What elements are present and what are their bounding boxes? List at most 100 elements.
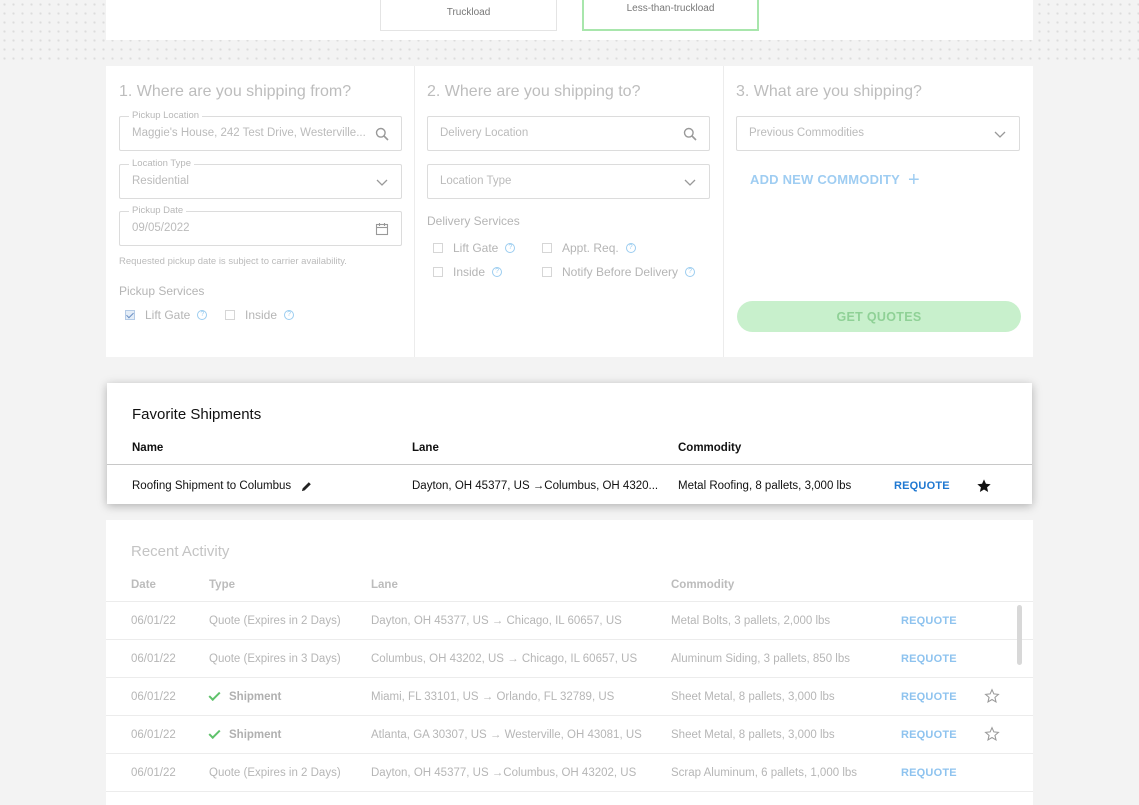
- favorites-header-commodity: Commodity: [678, 442, 742, 454]
- ltl-label: Less-than-truckload: [626, 3, 715, 14]
- recent-activity-card: Recent Activity Date Type Lane Commodity…: [106, 520, 1033, 805]
- help-icon[interactable]: ?: [505, 243, 516, 253]
- recent-header-commodity: Commodity: [671, 579, 735, 591]
- checkbox-label: Appt. Req.: [562, 241, 619, 255]
- row-lane: Columbus, OH 43202, US → Chicago, IL 606…: [371, 653, 638, 665]
- row-date: 06/01/22: [131, 691, 176, 703]
- requote-button[interactable]: REQUOTE: [894, 480, 950, 492]
- row-commodity: Sheet Metal, 8 pallets, 3,000 lbs: [671, 729, 835, 741]
- checkmark-icon: [208, 726, 221, 740]
- from-heading: 1. Where are you shipping from?: [119, 83, 352, 100]
- requote-button[interactable]: REQUOTE: [901, 767, 957, 779]
- row-type-label: Shipment: [229, 691, 282, 703]
- help-icon[interactable]: ?: [625, 243, 636, 253]
- add-commodity-button[interactable]: ADD NEW COMMODITY +: [750, 170, 920, 190]
- row-commodity: Sheet Metal, 8 pallets, 3,000 lbs: [671, 691, 835, 703]
- table-row[interactable]: 06/01/22 Quote (Expires in 2 Days) Dayto…: [106, 601, 1033, 639]
- truckload-option[interactable]: Truckload: [380, 0, 557, 31]
- checkbox-unchecked[interactable]: [542, 267, 552, 277]
- pickup-lift-gate-checkbox[interactable]: Lift Gate ?: [125, 308, 208, 322]
- checkbox-label: Lift Gate: [453, 241, 499, 255]
- pickup-date-value: 09/05/2022: [132, 222, 190, 234]
- commodities-placeholder: Previous Commodities: [749, 127, 865, 139]
- favorites-header-lane: Lane: [412, 442, 439, 454]
- checkbox-unchecked[interactable]: [542, 243, 552, 253]
- row-lane: Dayton, OH 45377, US →Columbus, OH 43202…: [371, 767, 637, 779]
- scrollbar[interactable]: [1017, 605, 1022, 665]
- row-commodity: Aluminum Siding, 3 pallets, 850 lbs: [671, 653, 850, 665]
- pickup-location-label: Pickup Location: [129, 110, 203, 121]
- get-quotes-button[interactable]: GET QUOTES: [737, 301, 1021, 332]
- row-type: Quote (Expires in 2 Days): [209, 767, 341, 779]
- row-date: 06/01/22: [131, 767, 176, 779]
- previous-commodities-select[interactable]: Previous Commodities: [736, 116, 1020, 151]
- location-type-select[interactable]: Location Type Residential: [119, 158, 402, 199]
- help-icon[interactable]: ?: [284, 310, 295, 320]
- row-commodity: Metal Bolts, 3 pallets, 2,000 lbs: [671, 615, 831, 627]
- recent-header-type: Type: [209, 579, 235, 591]
- row-lane: Dayton, OH 45377, US → Chicago, IL 60657…: [371, 615, 622, 627]
- ltl-option[interactable]: Less-than-truckload: [582, 0, 759, 31]
- star-filled-icon[interactable]: [976, 478, 992, 494]
- delivery-location-field[interactable]: Delivery Location: [427, 116, 710, 151]
- checkbox-unchecked[interactable]: [433, 243, 443, 253]
- pickup-services-title: Pickup Services: [119, 284, 205, 298]
- checkmark-icon: [208, 688, 221, 702]
- row-lane: Atlanta, GA 30307, US → Westerville, OH …: [371, 729, 642, 741]
- recent-header-date: Date: [131, 579, 156, 591]
- chevron-down-icon: [376, 179, 388, 186]
- column-divider: [723, 66, 724, 357]
- search-icon[interactable]: [683, 127, 697, 141]
- row-type-label: Shipment: [229, 729, 282, 741]
- pickup-location-field[interactable]: Pickup Location Maggie's House, 242 Test…: [119, 110, 402, 151]
- delivery-location-type-select[interactable]: Location Type: [427, 164, 710, 199]
- to-heading: 2. Where are you shipping to?: [427, 83, 641, 100]
- table-row[interactable]: 06/01/22 Shipment Miami, FL 33101, US → …: [106, 677, 1033, 715]
- checkbox-unchecked[interactable]: [433, 267, 443, 277]
- location-type-label: Location Type: [129, 158, 194, 169]
- requote-button[interactable]: REQUOTE: [901, 691, 957, 703]
- search-icon[interactable]: [375, 127, 389, 141]
- table-row[interactable]: 06/01/22 Quote (Expires in 3 Days) Colum…: [106, 639, 1033, 677]
- table-row-divider: [106, 791, 1033, 805]
- table-row[interactable]: 06/01/22 Shipment Atlanta, GA 30307, US …: [106, 715, 1033, 753]
- table-row[interactable]: 06/01/22 Quote (Expires in 2 Days) Dayto…: [106, 753, 1033, 791]
- row-date: 06/01/22: [131, 729, 176, 741]
- chevron-down-icon: [684, 179, 696, 186]
- location-type-value: Residential: [132, 175, 189, 187]
- row-lane: Miami, FL 33101, US → Orlando, FL 32789,…: [371, 691, 615, 703]
- delivery-lift-gate-checkbox[interactable]: Lift Gate ?: [433, 241, 516, 255]
- star-outline-icon[interactable]: [984, 688, 1000, 704]
- row-commodity: Scrap Aluminum, 6 pallets, 1,000 lbs: [671, 767, 858, 779]
- favorites-title: Favorite Shipments: [132, 406, 262, 423]
- checkbox-unchecked[interactable]: [225, 310, 235, 320]
- column-divider: [414, 66, 415, 357]
- checkbox-checked[interactable]: [125, 310, 135, 320]
- help-icon[interactable]: ?: [492, 267, 503, 277]
- delivery-inside-checkbox[interactable]: Inside ?: [433, 265, 503, 279]
- pickup-inside-checkbox[interactable]: Inside ?: [225, 308, 295, 322]
- row-type: Quote (Expires in 2 Days): [209, 615, 341, 627]
- delivery-location-placeholder: Delivery Location: [440, 127, 529, 139]
- favorite-commodity: Metal Roofing, 8 pallets, 3,000 lbs: [678, 480, 852, 492]
- favorite-shipments-card: Favorite Shipments Name Lane Commodity R…: [107, 383, 1032, 504]
- help-icon[interactable]: ?: [197, 310, 208, 320]
- pickup-date-field[interactable]: Pickup Date 09/05/2022: [119, 205, 402, 246]
- calendar-icon[interactable]: [375, 222, 389, 236]
- delivery-notify-checkbox[interactable]: Notify Before Delivery ?: [542, 265, 696, 279]
- checkbox-label: Notify Before Delivery: [562, 265, 679, 279]
- edit-pencil-icon[interactable]: [301, 481, 312, 492]
- help-icon[interactable]: ?: [685, 267, 696, 277]
- requote-button[interactable]: REQUOTE: [901, 729, 957, 741]
- add-commodity-label: ADD NEW COMMODITY: [750, 172, 900, 187]
- star-outline-icon[interactable]: [984, 726, 1000, 742]
- get-quotes-label: GET QUOTES: [836, 309, 922, 324]
- delivery-appt-req-checkbox[interactable]: Appt. Req. ?: [542, 241, 636, 255]
- pickup-date-label: Pickup Date: [129, 205, 187, 216]
- requote-button[interactable]: REQUOTE: [901, 615, 957, 627]
- divider: [107, 464, 1032, 465]
- truckload-label: Truckload: [446, 7, 491, 18]
- requote-button[interactable]: REQUOTE: [901, 653, 957, 665]
- row-type: Quote (Expires in 3 Days): [209, 653, 341, 665]
- checkbox-label: Inside: [453, 265, 486, 279]
